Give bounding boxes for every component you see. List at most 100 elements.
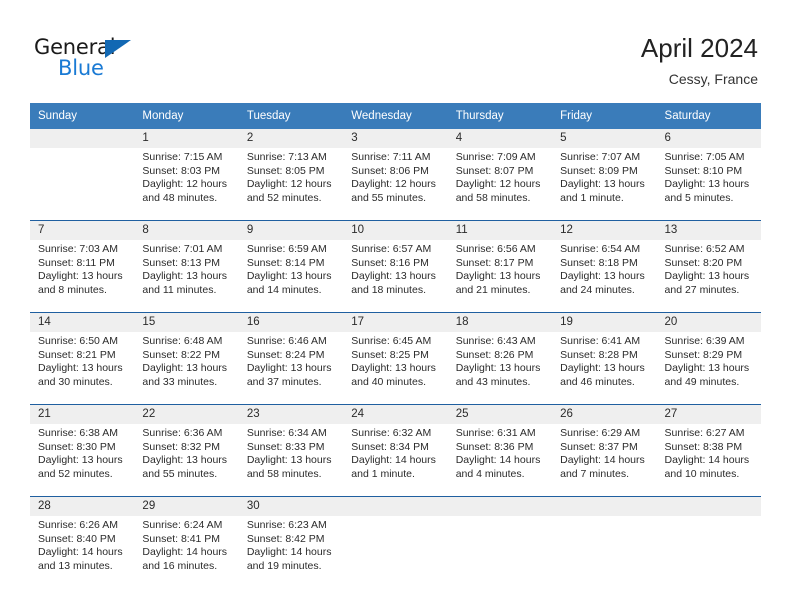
day-number: 29 [134, 497, 239, 516]
daylight-text: Daylight: 14 hours [142, 546, 228, 558]
day-number: 23 [238, 405, 344, 424]
sunset-text: Sunset: 8:17 PM [455, 256, 534, 269]
sunset-text: Sunset: 8:10 PM [664, 164, 743, 177]
day-cell[interactable] [447, 516, 553, 588]
day-cell[interactable]: Sunrise: 7:05 AM Sunset: 8:10 PM Dayligh… [656, 148, 761, 220]
sunrise-text: Sunrise: 6:52 AM [664, 243, 745, 255]
daylight-text: Daylight: 13 hours [38, 362, 123, 374]
daylight-text-cont: and 13 minutes. [38, 559, 113, 572]
daylight-text-cont: and 19 minutes. [246, 559, 322, 572]
sunrise-text: Sunrise: 6:36 AM [142, 427, 223, 439]
sunrise-text: Sunrise: 6:32 AM [351, 427, 432, 439]
day-cell[interactable]: Sunrise: 6:24 AM Sunset: 8:41 PM Dayligh… [134, 516, 239, 588]
logo-triangle-icon [105, 40, 131, 58]
week-5-day-numbers: 28 29 30 [30, 497, 761, 516]
day-cell[interactable]: Sunrise: 6:31 AM Sunset: 8:36 PM Dayligh… [447, 424, 553, 496]
daylight-text-cont: and 48 minutes. [142, 191, 218, 204]
day-cell[interactable] [343, 516, 448, 588]
general-blue-logo: General Blue [34, 36, 174, 84]
page-header: General Blue April 2024 Cessy, France [0, 0, 792, 100]
daylight-text: Daylight: 13 hours [664, 178, 750, 190]
daylight-text: Daylight: 14 hours [664, 454, 750, 466]
sunset-text: Sunset: 8:41 PM [142, 532, 221, 545]
logo-text-blue: Blue [58, 56, 104, 80]
day-number: 18 [447, 313, 553, 332]
week-1-details: Sunrise: 7:15 AM Sunset: 8:03 PM Dayligh… [30, 148, 761, 220]
daylight-text-cont: and 30 minutes. [38, 375, 113, 388]
day-cell[interactable]: Sunrise: 6:32 AM Sunset: 8:34 PM Dayligh… [343, 424, 448, 496]
weekday-header-wednesday: Wednesday [343, 103, 448, 129]
day-cell[interactable]: Sunrise: 6:50 AM Sunset: 8:21 PM Dayligh… [30, 332, 135, 404]
day-number: 22 [134, 405, 239, 424]
day-cell[interactable]: Sunrise: 7:11 AM Sunset: 8:06 PM Dayligh… [343, 148, 448, 220]
day-cell[interactable]: Sunrise: 6:46 AM Sunset: 8:24 PM Dayligh… [238, 332, 344, 404]
sunset-text: Sunset: 8:37 PM [560, 440, 638, 453]
sunrise-text: Sunrise: 7:15 AM [142, 151, 223, 163]
week-1-day-numbers: 1 2 3 4 5 6 [30, 129, 761, 148]
day-cell[interactable]: Sunrise: 7:07 AM Sunset: 8:09 PM Dayligh… [552, 148, 657, 220]
day-cell[interactable]: Sunrise: 6:34 AM Sunset: 8:33 PM Dayligh… [238, 424, 344, 496]
day-cell[interactable]: Sunrise: 6:39 AM Sunset: 8:29 PM Dayligh… [656, 332, 761, 404]
daylight-text: Daylight: 12 hours [455, 178, 541, 190]
sunset-text: Sunset: 8:36 PM [455, 440, 534, 453]
daylight-text-cont: and 10 minutes. [664, 467, 740, 480]
sunset-text: Sunset: 8:21 PM [38, 348, 116, 361]
daylight-text-cont: and 11 minutes. [142, 283, 217, 296]
day-cell[interactable]: Sunrise: 6:43 AM Sunset: 8:26 PM Dayligh… [447, 332, 553, 404]
sunrise-text: Sunrise: 6:54 AM [560, 243, 641, 255]
daylight-text-cont: and 33 minutes. [142, 375, 218, 388]
day-cell[interactable]: Sunrise: 6:52 AM Sunset: 8:20 PM Dayligh… [656, 240, 761, 312]
day-number: 7 [30, 221, 135, 240]
week-4-day-numbers: 21 22 23 24 25 26 27 [30, 405, 761, 424]
day-cell[interactable]: Sunrise: 7:09 AM Sunset: 8:07 PM Dayligh… [447, 148, 553, 220]
daylight-text: Daylight: 13 hours [142, 362, 228, 374]
day-cell[interactable]: Sunrise: 6:45 AM Sunset: 8:25 PM Dayligh… [343, 332, 448, 404]
sunrise-text: Sunrise: 6:26 AM [38, 519, 118, 531]
day-cell[interactable]: Sunrise: 6:41 AM Sunset: 8:28 PM Dayligh… [552, 332, 657, 404]
day-number: 12 [552, 221, 657, 240]
day-cell[interactable]: Sunrise: 6:36 AM Sunset: 8:32 PM Dayligh… [134, 424, 239, 496]
daylight-text-cont: and 46 minutes. [560, 375, 635, 388]
daylight-text-cont: and 21 minutes. [455, 283, 531, 296]
sunrise-text: Sunrise: 6:38 AM [38, 427, 118, 439]
daylight-text: Daylight: 13 hours [142, 270, 228, 282]
day-cell[interactable]: Sunrise: 7:01 AM Sunset: 8:13 PM Dayligh… [134, 240, 239, 312]
sunrise-text: Sunrise: 6:56 AM [455, 243, 536, 255]
day-cell[interactable]: Sunrise: 6:27 AM Sunset: 8:38 PM Dayligh… [656, 424, 761, 496]
daylight-text-cont: and 7 minutes. [560, 467, 629, 480]
day-cell[interactable]: Sunrise: 7:03 AM Sunset: 8:11 PM Dayligh… [30, 240, 135, 312]
day-cell[interactable] [30, 148, 135, 220]
day-number [30, 129, 135, 148]
daylight-text-cont: and 55 minutes. [142, 467, 218, 480]
sunrise-text: Sunrise: 6:34 AM [246, 427, 327, 439]
sunrise-text: Sunrise: 7:07 AM [560, 151, 641, 163]
day-cell[interactable]: Sunrise: 6:56 AM Sunset: 8:17 PM Dayligh… [447, 240, 553, 312]
day-cell[interactable] [656, 516, 761, 588]
day-number: 4 [447, 129, 553, 148]
day-number: 26 [552, 405, 657, 424]
sunrise-text: Sunrise: 7:05 AM [664, 151, 745, 163]
daylight-text: Daylight: 12 hours [142, 178, 228, 190]
day-cell[interactable]: Sunrise: 6:38 AM Sunset: 8:30 PM Dayligh… [30, 424, 135, 496]
day-cell[interactable]: Sunrise: 6:29 AM Sunset: 8:37 PM Dayligh… [552, 424, 657, 496]
day-cell[interactable] [552, 516, 657, 588]
calendar-table: Sunday Monday Tuesday Wednesday Thursday… [30, 103, 761, 588]
day-cell[interactable]: Sunrise: 7:15 AM Sunset: 8:03 PM Dayligh… [134, 148, 239, 220]
sunrise-text: Sunrise: 6:46 AM [246, 335, 327, 347]
day-cell[interactable]: Sunrise: 7:13 AM Sunset: 8:05 PM Dayligh… [238, 148, 344, 220]
day-cell[interactable]: Sunrise: 6:26 AM Sunset: 8:40 PM Dayligh… [30, 516, 135, 588]
daylight-text-cont: and 5 minutes. [664, 191, 734, 204]
day-cell[interactable]: Sunrise: 6:54 AM Sunset: 8:18 PM Dayligh… [552, 240, 657, 312]
daylight-text-cont: and 16 minutes. [142, 559, 218, 572]
week-2-details: Sunrise: 7:03 AM Sunset: 8:11 PM Dayligh… [30, 240, 761, 312]
daylight-text-cont: and 58 minutes. [246, 467, 322, 480]
day-number: 2 [238, 129, 344, 148]
day-number [447, 497, 553, 516]
day-cell[interactable]: Sunrise: 6:59 AM Sunset: 8:14 PM Dayligh… [238, 240, 344, 312]
day-cell[interactable]: Sunrise: 6:48 AM Sunset: 8:22 PM Dayligh… [134, 332, 239, 404]
day-cell[interactable]: Sunrise: 6:23 AM Sunset: 8:42 PM Dayligh… [238, 516, 344, 588]
daylight-text-cont: and 14 minutes. [246, 283, 322, 296]
daylight-text: Daylight: 13 hours [38, 454, 123, 466]
sunrise-text: Sunrise: 6:23 AM [246, 519, 327, 531]
day-cell[interactable]: Sunrise: 6:57 AM Sunset: 8:16 PM Dayligh… [343, 240, 448, 312]
